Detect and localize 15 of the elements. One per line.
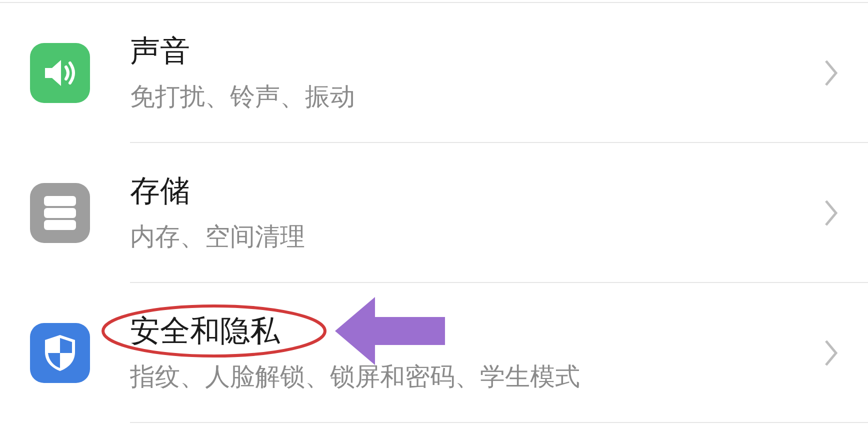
settings-row[interactable]: 存储 内存、空间清理 xyxy=(0,143,868,283)
item-subtitle: 指纹、人脸解锁、锁屏和密码、学生模式 xyxy=(130,362,581,392)
item-title: 存储 xyxy=(130,174,191,210)
item-subtitle: 内存、空间清理 xyxy=(130,222,306,252)
item-title: 声音 xyxy=(130,34,191,70)
chevron-icon xyxy=(824,58,838,86)
chevron-icon xyxy=(824,198,838,226)
item-subtitle: 免打扰、铃声、振动 xyxy=(130,82,356,112)
speaker-icon xyxy=(30,43,90,103)
shield-icon xyxy=(30,323,90,383)
storage-icon xyxy=(30,183,90,243)
settings-row[interactable]: 声音 免打扰、铃声、振动 xyxy=(0,3,868,143)
chevron-icon xyxy=(824,338,838,366)
settings-row[interactable]: 安全和隐私 指纹、人脸解锁、锁屏和密码、学生模式 xyxy=(0,283,868,423)
item-title: 安全和隐私 xyxy=(130,314,281,350)
